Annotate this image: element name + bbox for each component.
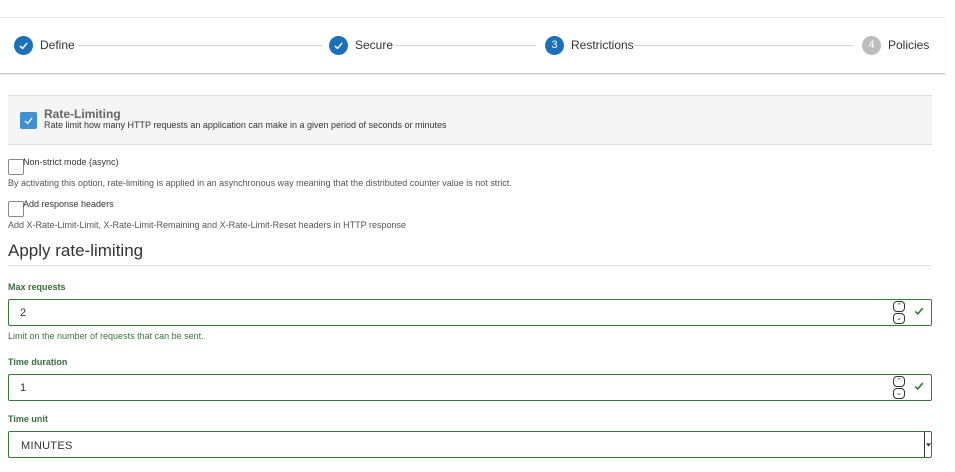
step-connector <box>396 45 536 46</box>
section-divider <box>8 265 932 266</box>
number-spinner: ⌃ ⌄ <box>893 376 906 399</box>
rate-limiting-description: Rate limit how many HTTP requests an app… <box>44 120 447 130</box>
step-secure[interactable]: Secure <box>329 35 393 55</box>
step-number: 4 <box>862 35 881 55</box>
check-icon <box>24 117 33 125</box>
step-policies[interactable]: 4 Policies <box>862 35 929 55</box>
time-unit-label: Time unit <box>8 414 48 424</box>
time-unit-select[interactable]: MINUTES <box>8 431 932 458</box>
section-title: Apply rate-limiting <box>8 241 144 260</box>
step-label: Secure <box>355 38 394 52</box>
number-spinner: ⌃ ⌄ <box>893 301 906 324</box>
non-strict-mode-help: By activating this option, rate-limiting… <box>8 178 512 188</box>
chevron-up-icon[interactable]: ⌃ <box>893 376 905 387</box>
check-icon <box>329 35 348 55</box>
check-icon <box>14 35 33 55</box>
max-requests-input[interactable]: 2 ⌃ ⌄ <box>8 299 932 326</box>
step-connector <box>634 45 854 46</box>
wizard-stepper: Define Secure 3 Restrictions 4 Policies <box>0 18 945 74</box>
step-restrictions[interactable]: 3 Restrictions <box>545 35 634 55</box>
max-requests-label: Max requests <box>8 282 66 292</box>
rate-limiting-panel: Rate-Limiting Rate limit how many HTTP r… <box>8 95 932 145</box>
caret-down-icon[interactable] <box>924 432 931 457</box>
time-duration-value: 1 <box>20 382 27 394</box>
time-unit-value: MINUTES <box>21 440 73 452</box>
add-response-headers-help: Add X-Rate-Limit-Limit, X-Rate-Limit-Rem… <box>8 220 406 230</box>
step-label: Policies <box>888 38 930 52</box>
rate-limiting-checkbox[interactable] <box>20 112 37 129</box>
add-response-headers-label: Add response headers <box>23 199 114 209</box>
step-define[interactable]: Define <box>14 35 75 55</box>
chevron-down-icon[interactable]: ⌄ <box>893 313 905 324</box>
rate-limiting-title: Rate-Limiting <box>44 107 121 121</box>
time-duration-input[interactable]: 1 ⌃ ⌄ <box>8 374 932 401</box>
add-response-headers-checkbox[interactable] <box>8 201 24 217</box>
step-connector <box>78 45 322 46</box>
time-duration-label: Time duration <box>8 357 68 367</box>
check-icon <box>914 382 924 391</box>
step-label: Define <box>40 38 75 52</box>
max-requests-value: 2 <box>20 307 27 319</box>
non-strict-mode-checkbox[interactable] <box>8 159 24 175</box>
check-icon <box>914 307 924 316</box>
step-label: Restrictions <box>571 38 634 52</box>
chevron-down-icon[interactable]: ⌄ <box>893 388 905 399</box>
step-number: 3 <box>545 35 564 55</box>
chevron-up-icon[interactable]: ⌃ <box>893 301 905 312</box>
max-requests-help: Limit on the number of requests that can… <box>8 331 204 341</box>
non-strict-mode-label: Non-strict mode (async) <box>23 157 119 167</box>
